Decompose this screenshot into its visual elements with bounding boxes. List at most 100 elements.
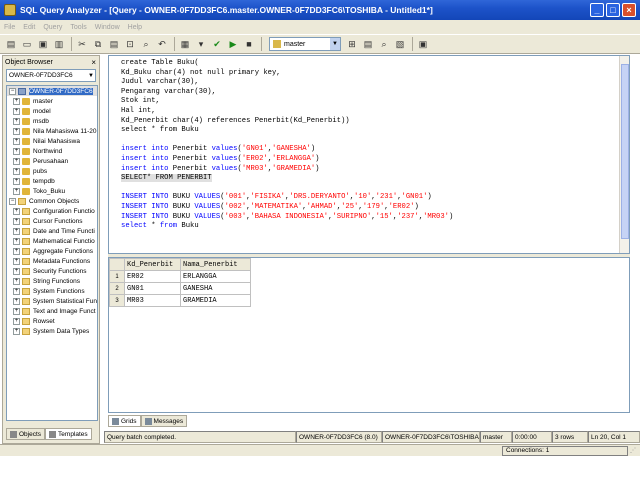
expand-icon[interactable]: + — [13, 177, 20, 185]
estimated-plan-icon[interactable]: ⊞ — [345, 37, 359, 51]
tree-item-function-group[interactable]: + Metadata Functions — [7, 256, 97, 266]
table-cell[interactable]: MR03 — [124, 294, 181, 307]
find-icon[interactable]: ⌕ — [139, 37, 153, 51]
query-text[interactable]: create Table Buku(Kd_Buku char(4) not nu… — [109, 56, 629, 232]
server-select[interactable]: OWNER-0F7DD3FC6 ▼ — [6, 69, 96, 82]
expand-icon[interactable]: + — [13, 227, 20, 235]
expand-icon[interactable]: + — [13, 297, 20, 305]
code-line[interactable] — [121, 136, 629, 146]
expand-icon[interactable]: + — [13, 137, 20, 145]
tab-grids[interactable]: Grids — [108, 415, 141, 427]
code-line[interactable]: select * from Buku — [121, 126, 629, 136]
code-line[interactable]: select * from Buku — [121, 222, 629, 232]
expand-icon[interactable]: + — [13, 127, 20, 135]
menu-query[interactable]: Query — [43, 24, 62, 31]
code-line[interactable] — [121, 184, 629, 194]
database-select[interactable]: master ▼ — [269, 37, 341, 51]
row-selector-header[interactable] — [109, 258, 125, 271]
current-connection-icon[interactable]: ▧ — [393, 37, 407, 51]
clear-icon[interactable]: ⊡ — [123, 37, 137, 51]
tree-item-database[interactable]: + msdb — [7, 116, 97, 126]
tree-item-database[interactable]: + tempdb — [7, 176, 97, 186]
insert-template-icon[interactable]: ▥ — [52, 37, 66, 51]
undo-icon[interactable]: ↶ — [155, 37, 169, 51]
expand-icon[interactable]: + — [13, 167, 20, 175]
code-line[interactable]: Pengarang varchar(30), — [121, 88, 629, 98]
tree-item-function-group[interactable]: + Configuration Functio — [7, 206, 97, 216]
expand-icon[interactable]: + — [13, 237, 20, 245]
tree-item-function-group[interactable]: + Mathematical Functio — [7, 236, 97, 246]
menu-file[interactable]: File — [4, 24, 15, 31]
table-cell[interactable]: GRAMEDIA — [180, 294, 251, 307]
tree-item-function-group[interactable]: + Aggregate Functions — [7, 246, 97, 256]
tree-item-database[interactable]: + Nila Mahasiswa 11-20 — [7, 126, 97, 136]
row-number[interactable]: 3 — [109, 294, 125, 307]
parse-icon[interactable]: ✔ — [210, 37, 224, 51]
tab-objects[interactable]: Objects — [6, 428, 46, 440]
minimize-button[interactable]: _ — [590, 3, 604, 17]
tree-item-function-group[interactable]: + Date and Time Functi — [7, 226, 97, 236]
show-results-pane-icon[interactable]: ▣ — [416, 37, 430, 51]
expand-icon[interactable]: + — [13, 187, 20, 195]
code-line[interactable]: Hal int, — [121, 107, 629, 117]
cancel-icon[interactable]: ■ — [242, 37, 256, 51]
table-cell[interactable]: GN01 — [124, 282, 181, 295]
tree-item-database[interactable]: + master — [7, 96, 97, 106]
code-line[interactable]: create Table Buku( — [121, 59, 629, 69]
expand-icon[interactable]: + — [13, 97, 20, 105]
tree-item-function-group[interactable]: + Text and Image Funct — [7, 306, 97, 316]
menu-help[interactable]: Help — [128, 24, 142, 31]
open-icon[interactable]: ▭ — [20, 37, 34, 51]
table-cell[interactable]: GANESHA — [180, 282, 251, 295]
query-editor[interactable]: create Table Buku(Kd_Buku char(4) not nu… — [108, 55, 630, 254]
tab-messages[interactable]: Messages — [140, 415, 188, 427]
tree-item-function-group[interactable]: + Cursor Functions — [7, 216, 97, 226]
menu-edit[interactable]: Edit — [23, 24, 35, 31]
cut-icon[interactable]: ✂ — [75, 37, 89, 51]
tree-item-database[interactable]: + Northwind — [7, 146, 97, 156]
tree-item-function-group[interactable]: + System Data Types — [7, 326, 97, 336]
tree-item-function-group[interactable]: + System Statistical Fun — [7, 296, 97, 306]
code-line[interactable]: Kd_Buku char(4) not null primary key, — [121, 69, 629, 79]
expand-icon[interactable]: + — [13, 117, 20, 125]
table-row[interactable]: 1 ER02 ERLANGGA — [109, 270, 251, 283]
expand-icon[interactable]: + — [13, 207, 20, 215]
editor-scrollbar[interactable] — [619, 56, 629, 253]
expand-icon[interactable]: − — [9, 87, 16, 95]
scrollbar-thumb[interactable] — [621, 64, 629, 239]
expand-icon[interactable]: + — [13, 277, 20, 285]
expand-icon[interactable]: + — [13, 147, 20, 155]
column-header[interactable]: Kd_Penerbit — [124, 258, 181, 271]
results-mode-icon[interactable]: ▦ — [178, 37, 192, 51]
tree-item-function-group[interactable]: + Rowset — [7, 316, 97, 326]
expand-icon[interactable]: + — [13, 107, 20, 115]
object-search-icon[interactable]: ⌕ — [377, 37, 391, 51]
code-line[interactable]: insert into Penerbit values('ER02','ERLA… — [121, 155, 629, 165]
save-icon[interactable]: ▣ — [36, 37, 50, 51]
close-icon[interactable]: × — [91, 58, 96, 67]
expand-icon[interactable]: − — [9, 197, 16, 205]
expand-icon[interactable]: + — [13, 157, 20, 165]
tree-item-database[interactable]: + Nilai Mahasiswa — [7, 136, 97, 146]
tab-templates[interactable]: Templates — [45, 428, 92, 440]
code-line[interactable]: insert into Penerbit values('GN01','GANE… — [121, 145, 629, 155]
expand-icon[interactable]: + — [13, 327, 20, 335]
maximize-button[interactable]: □ — [606, 3, 620, 17]
code-line[interactable]: INSERT INTO BUKU VALUES('001','FISIKA','… — [121, 193, 629, 203]
resize-grip-icon[interactable]: ⋰ — [630, 447, 638, 455]
code-line[interactable]: SELECT* FROM PENERBIT — [121, 174, 629, 184]
code-line[interactable]: Stok int, — [121, 97, 629, 107]
object-browser-icon[interactable]: ▤ — [361, 37, 375, 51]
tree-item-database[interactable]: + Toko_Buku — [7, 186, 97, 196]
table-row[interactable]: 2 GN01 GANESHA — [109, 282, 251, 295]
table-cell[interactable]: ER02 — [124, 270, 181, 283]
results-grid[interactable]: Kd_Penerbit Nama_Penerbit 1 ER02 ERLANGGA 2… — [108, 257, 630, 413]
tree-item-database[interactable]: + Perusahaan — [7, 156, 97, 166]
chevron-down-icon[interactable]: ▼ — [87, 73, 95, 79]
code-line[interactable]: Kd_Penerbit char(4) references Penerbit(… — [121, 117, 629, 127]
close-button[interactable]: × — [622, 3, 636, 17]
expand-icon[interactable]: + — [13, 267, 20, 275]
tree-item-function-group[interactable]: + System Functions — [7, 286, 97, 296]
menu-tools[interactable]: Tools — [70, 24, 86, 31]
expand-icon[interactable]: + — [13, 317, 20, 325]
